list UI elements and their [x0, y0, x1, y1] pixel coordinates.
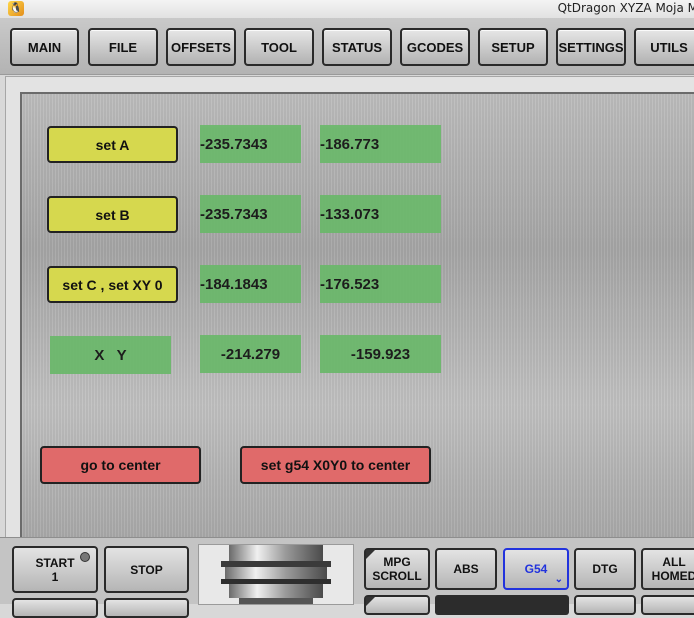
all-homed-button[interactable]: ALL HOMED [641, 548, 694, 590]
tab-gcodes[interactable]: GCODES [400, 28, 470, 66]
go-to-center-button[interactable]: go to center [40, 446, 201, 484]
spindle-icon [221, 545, 331, 604]
c-y-value: -176.523 [320, 265, 441, 303]
cycle-start-button[interactable]: START 1 [12, 546, 98, 593]
start-led-icon [80, 552, 90, 562]
tab-setup[interactable]: SETUP [478, 28, 548, 66]
lower-mpg-button[interactable] [364, 595, 430, 615]
title-bar: 🐧 QtDragon XYZA Moja M [0, 0, 694, 19]
c-x-value: -184.1843 [200, 265, 301, 303]
abs-button[interactable]: ABS [435, 548, 497, 590]
mpg-scroll-button[interactable]: MPG SCROLL [364, 548, 430, 590]
tab-offsets[interactable]: OFFSETS [166, 28, 236, 66]
set-a-button[interactable]: set A [47, 126, 178, 163]
dtg-button[interactable]: DTG [574, 548, 636, 590]
g54-selector[interactable]: G54 ⌄ [503, 548, 569, 590]
tab-utils[interactable]: UTILS [634, 28, 694, 66]
b-x-value: -235.7343 [200, 195, 301, 233]
xy-label: X Y [50, 336, 171, 374]
set-b-button[interactable]: set B [47, 196, 178, 233]
cycle-start-label: START 1 [35, 555, 75, 584]
tab-settings[interactable]: SETTINGS [556, 28, 626, 66]
lower-corner-marker-icon [366, 597, 375, 606]
a-y-value: -186.773 [320, 125, 441, 163]
tab-main[interactable]: MAIN [10, 28, 79, 66]
main-tab-bar: MAIN FILE OFFSETS TOOL STATUS GCODES SET… [0, 18, 694, 75]
lower-left-button[interactable] [12, 598, 98, 618]
g54-label: G54 [524, 562, 548, 576]
lower-dtg-button[interactable] [574, 595, 636, 615]
app-logo-icon: 🐧 [8, 1, 24, 16]
set-c-button[interactable]: set C , set XY 0 [47, 266, 178, 303]
lower-homed-button[interactable] [641, 595, 694, 615]
tab-tool[interactable]: TOOL [244, 28, 314, 66]
chevron-down-icon: ⌄ [554, 574, 563, 585]
b-y-value: -133.073 [320, 195, 441, 233]
corner-marker-icon [366, 550, 375, 559]
dark-readout-bar [435, 595, 569, 615]
tab-file[interactable]: FILE [88, 28, 158, 66]
spindle-image [198, 544, 354, 605]
stop-button[interactable]: STOP [104, 546, 189, 593]
set-g54-center-button[interactable]: set g54 X0Y0 to center [240, 446, 431, 484]
center-x-value: -214.279 [200, 335, 301, 373]
tab-status[interactable]: STATUS [322, 28, 392, 66]
a-x-value: -235.7343 [200, 125, 301, 163]
center-y-value: -159.923 [320, 335, 441, 373]
window-title: QtDragon XYZA Moja M [557, 1, 694, 15]
lower-stop-row-button[interactable] [104, 598, 189, 618]
mpg-scroll-label: MPG SCROLL [372, 555, 422, 583]
